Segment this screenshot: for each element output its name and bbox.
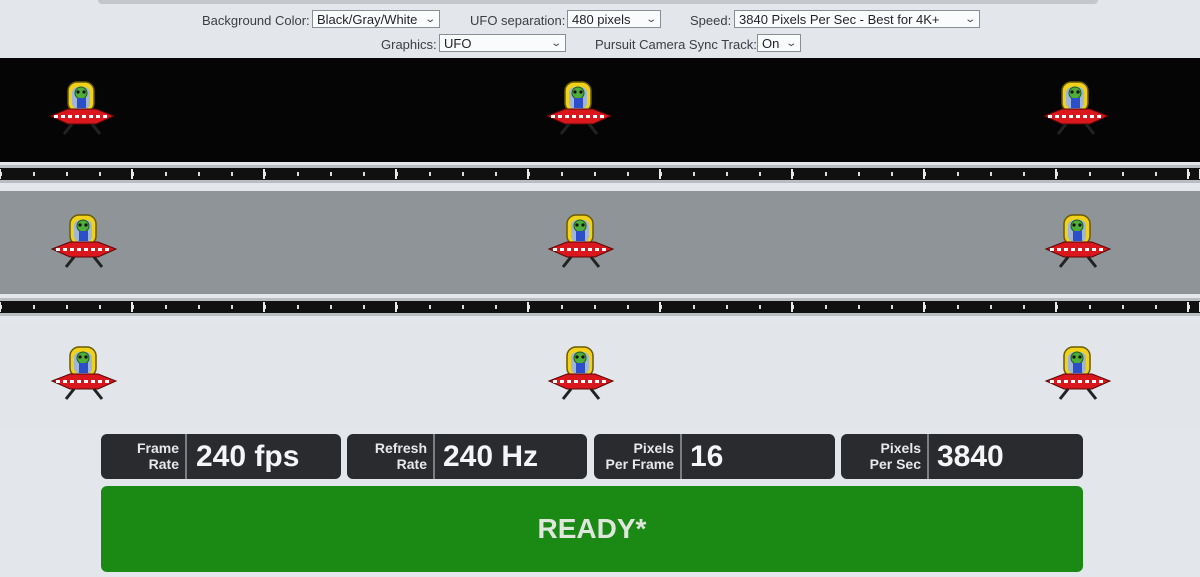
ufo-alien-icon <box>547 213 615 269</box>
ufo-alien-icon <box>50 345 118 401</box>
speed-value: 3840 Pixels Per Sec - Best for 4K+ <box>739 12 940 27</box>
graphics-value: UFO <box>444 36 472 51</box>
background-color-value: Black/Gray/White <box>317 12 418 27</box>
settings-row-2: Graphics: UFO ⌄ Pursuit Camera Sync Trac… <box>0 34 1200 56</box>
stat-frame-rate: Frame Rate 240 fps <box>101 434 341 479</box>
stat-label: Frame Rate <box>101 434 187 479</box>
stat-label: Pixels Per Frame <box>594 434 682 479</box>
graphics-label: Graphics: <box>381 37 437 52</box>
speed-label: Speed: <box>690 13 732 28</box>
pursuit-camera-value: On <box>762 36 780 51</box>
ufo-lane-gray <box>0 191 1200 294</box>
background-color-select[interactable]: Black/Gray/White ⌄ <box>312 10 440 28</box>
chevron-down-icon: ⌄ <box>423 14 436 25</box>
stat-label-line1: Frame <box>136 440 179 456</box>
graphics-select[interactable]: UFO ⌄ <box>439 34 566 52</box>
speed-select[interactable]: 3840 Pixels Per Sec - Best for 4K+ ⌄ <box>734 10 980 28</box>
ufo-alien-icon <box>50 213 118 269</box>
ufo-alien-icon <box>547 345 615 401</box>
ufo-lane-black <box>0 58 1200 162</box>
background-color-label: Background Color: <box>202 13 310 28</box>
pursuit-sync-track-2 <box>0 298 1200 316</box>
ufo-separation-label: UFO separation: <box>470 13 566 28</box>
stat-refresh-rate: Refresh Rate 240 Hz <box>347 434 587 479</box>
ready-status-banner: READY* <box>101 486 1083 572</box>
pursuit-camera-select[interactable]: On ⌄ <box>757 34 801 52</box>
stat-label: Refresh Rate <box>347 434 435 479</box>
chevron-down-icon: ⌄ <box>784 38 797 49</box>
chevron-down-icon: ⌄ <box>549 38 562 49</box>
ufo-separation-value: 480 pixels <box>572 12 631 27</box>
stat-pixels-per-frame: Pixels Per Frame 16 <box>594 434 835 479</box>
stat-label-line1: Refresh <box>374 440 427 456</box>
ufo-separation-select[interactable]: 480 pixels ⌄ <box>567 10 661 28</box>
top-panel-edge <box>98 0 1098 4</box>
ufo-lane-white <box>0 322 1200 430</box>
stat-label-line1: Pixels <box>880 440 921 456</box>
ufo-alien-icon <box>1042 80 1110 136</box>
settings-row-1: Background Color: Black/Gray/White ⌄ UFO… <box>0 10 1200 32</box>
stat-value: 240 fps <box>196 440 300 473</box>
stat-label-line2: Rate <box>148 456 179 472</box>
stat-label-line1: Pixels <box>633 440 674 456</box>
stat-value: 3840 <box>937 440 1004 473</box>
chevron-down-icon: ⌄ <box>644 14 657 25</box>
pursuit-camera-label: Pursuit Camera Sync Track: <box>595 37 757 52</box>
chevron-down-icon: ⌄ <box>963 14 976 25</box>
stat-label: Pixels Per Sec <box>841 434 929 479</box>
stat-label-line2: Rate <box>396 456 427 472</box>
stat-value: 240 Hz <box>443 440 539 473</box>
ufo-alien-icon <box>48 80 116 136</box>
stat-label-line2: Per Sec <box>869 456 921 472</box>
pursuit-sync-track-1 <box>0 165 1200 183</box>
ufo-alien-icon <box>1044 345 1112 401</box>
ufo-alien-icon <box>1044 213 1112 269</box>
stat-label-line2: Per Frame <box>605 456 674 472</box>
stat-value: 16 <box>690 440 724 473</box>
ufo-alien-icon <box>545 80 613 136</box>
stat-pixels-per-sec: Pixels Per Sec 3840 <box>841 434 1083 479</box>
